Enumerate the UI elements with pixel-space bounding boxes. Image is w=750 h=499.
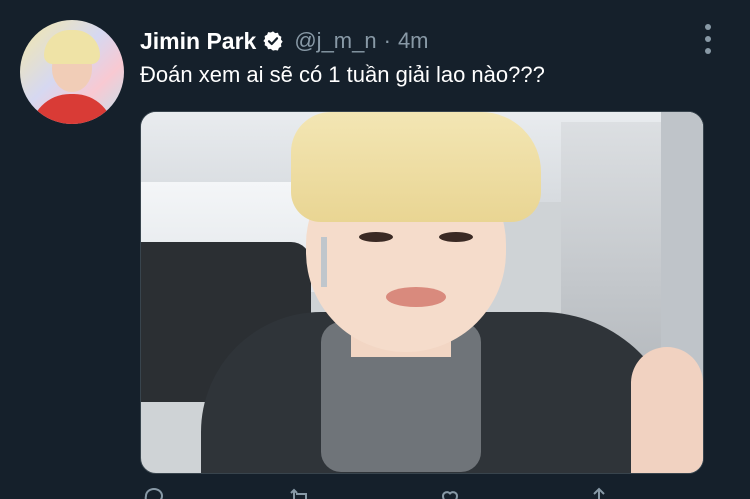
like-icon[interactable] — [438, 486, 462, 499]
photo-eye-left — [359, 232, 393, 242]
share-icon[interactable] — [587, 486, 611, 499]
verified-badge-icon — [262, 30, 284, 52]
meta-separator: · — [383, 28, 391, 53]
author-name[interactable]: Jimin Park — [140, 28, 256, 55]
tweet-header: Jimin Park @j_m_n · 4m — [140, 24, 429, 58]
photo-lips — [386, 287, 446, 307]
avatar-hair — [44, 30, 100, 64]
more-dot — [705, 48, 711, 54]
photo-hair — [291, 112, 541, 222]
retweet-icon[interactable] — [288, 486, 312, 499]
avatar[interactable] — [20, 20, 124, 124]
photo-earring — [321, 237, 327, 287]
tweet-actions — [140, 486, 700, 499]
avatar-shirt — [30, 94, 114, 124]
tweet-text: Đoán xem ai sẽ có 1 tuần giải lao nào??? — [140, 62, 545, 87]
more-dot — [705, 24, 711, 30]
more-options-icon[interactable] — [697, 24, 719, 54]
photo-eye-right — [439, 232, 473, 242]
more-dot — [705, 36, 711, 42]
author-handle[interactable]: @j_m_n — [294, 28, 376, 54]
tweet-timestamp[interactable]: 4m — [398, 28, 429, 54]
tweet[interactable]: Jimin Park @j_m_n · 4m Đoán xem ai sẽ có… — [0, 0, 750, 499]
reply-icon[interactable] — [142, 486, 166, 499]
photo-hand — [631, 347, 703, 473]
tweet-photo[interactable] — [140, 111, 704, 474]
